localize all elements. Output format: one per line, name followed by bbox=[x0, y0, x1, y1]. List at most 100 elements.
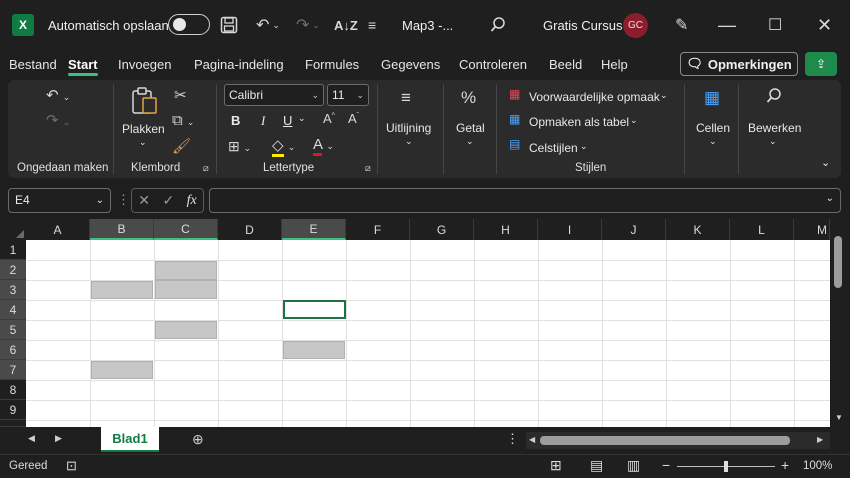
row-header-7[interactable]: 7 bbox=[0, 360, 26, 380]
next-sheet-icon[interactable]: ▶ bbox=[55, 433, 62, 444]
column-header-l[interactable]: L bbox=[730, 219, 794, 240]
undo-icon[interactable]: ↶ ⌄ bbox=[256, 0, 280, 50]
column-header-c[interactable]: C bbox=[154, 219, 218, 240]
font-color-icon[interactable]: A ⌄ bbox=[313, 136, 334, 156]
column-header-d[interactable]: D bbox=[218, 219, 282, 240]
row-header-10[interactable] bbox=[0, 420, 26, 427]
font-name-combo[interactable]: Calibri ⌄ bbox=[224, 84, 324, 106]
select-all-corner[interactable] bbox=[0, 219, 26, 240]
decrease-font-icon[interactable]: Aˇ bbox=[348, 111, 359, 126]
column-header-f[interactable]: F bbox=[346, 219, 410, 240]
prev-sheet-icon[interactable]: ◀ bbox=[28, 433, 35, 444]
vertical-scroll-thumb[interactable] bbox=[834, 236, 842, 288]
underline-dropdown-icon[interactable]: ⌄ bbox=[298, 113, 306, 124]
tab-formules[interactable]: Formules bbox=[305, 57, 359, 72]
paste-icon[interactable] bbox=[131, 86, 159, 120]
tab-start[interactable]: Start bbox=[68, 57, 98, 72]
cell-b3[interactable] bbox=[91, 281, 153, 299]
cell-area[interactable] bbox=[26, 240, 830, 427]
insert-function-icon[interactable]: fx bbox=[187, 193, 197, 209]
formula-input[interactable]: ⌄ bbox=[209, 188, 841, 213]
tab-pagina-indeling[interactable]: Pagina-indeling bbox=[194, 57, 284, 72]
collapse-ribbon-icon[interactable]: ⌄ bbox=[821, 156, 830, 169]
sort-icon[interactable]: A↓Z bbox=[334, 0, 358, 50]
cells-button[interactable]: Cellen bbox=[696, 121, 730, 135]
number-button[interactable]: Getal bbox=[456, 121, 485, 135]
cell-e6[interactable] bbox=[283, 341, 345, 359]
zoom-level[interactable]: 100% bbox=[803, 460, 832, 472]
row-header-5[interactable]: 5 bbox=[0, 320, 26, 340]
conditional-format-button[interactable]: Voorwaardelijke opmaak bbox=[529, 90, 660, 104]
column-header-m[interactable]: M bbox=[794, 219, 830, 240]
autosave-toggle[interactable] bbox=[168, 14, 210, 35]
italic-button[interactable]: I bbox=[261, 113, 265, 129]
chevron-down-icon[interactable]: ⌄ bbox=[466, 136, 474, 147]
underline-button[interactable]: U bbox=[283, 113, 292, 128]
enter-icon[interactable]: ✓ bbox=[162, 192, 174, 209]
search-icon[interactable] bbox=[490, 0, 506, 50]
sheet-tab-blad1[interactable]: Blad1 bbox=[101, 427, 159, 452]
cell-c5[interactable] bbox=[155, 321, 217, 339]
column-header-e[interactable]: E bbox=[282, 219, 346, 240]
scroll-left-icon[interactable]: ◀ bbox=[529, 435, 535, 444]
expand-formula-icon[interactable]: ⌄ bbox=[826, 193, 834, 204]
redo-icon[interactable]: ↷ ⌄ bbox=[296, 0, 320, 50]
chevron-down-icon[interactable]: ⌄ bbox=[709, 136, 717, 147]
minimize-icon[interactable]: — bbox=[718, 0, 736, 50]
copy-icon[interactable]: ⧉ ⌄ bbox=[172, 112, 194, 129]
row-header-2[interactable]: 2 bbox=[0, 260, 26, 280]
column-header-a[interactable]: A bbox=[26, 219, 90, 240]
add-sheet-icon[interactable]: ⊕ bbox=[192, 431, 204, 448]
fill-color-icon[interactable]: ◇ ⌄ bbox=[272, 136, 295, 157]
comments-button[interactable]: 🗨 Opmerkingen bbox=[680, 52, 798, 76]
chevron-down-icon[interactable]: ⌄ bbox=[405, 136, 413, 147]
tab-controleren[interactable]: Controleren bbox=[459, 57, 527, 72]
tab-bestand[interactable]: Bestand bbox=[9, 57, 57, 72]
format-as-table-button[interactable]: Opmaken als tabel bbox=[529, 115, 629, 129]
zoom-slider-thumb[interactable] bbox=[724, 461, 728, 472]
alignment-button[interactable]: Uitlijning bbox=[386, 121, 431, 135]
tab-help[interactable]: Help bbox=[601, 57, 628, 72]
cell-c2[interactable] bbox=[155, 261, 217, 280]
paste-button[interactable]: Plakken bbox=[122, 122, 165, 136]
name-box[interactable]: E4 ⌄ bbox=[8, 188, 111, 213]
designer-icon[interactable]: ✎ bbox=[675, 0, 688, 50]
more-options-icon[interactable]: ⋮ bbox=[117, 192, 130, 208]
tab-gegevens[interactable]: Gegevens bbox=[381, 57, 440, 72]
column-header-h[interactable]: H bbox=[474, 219, 538, 240]
paste-dropdown-icon[interactable]: ⌄ bbox=[139, 137, 147, 148]
font-launcher-icon[interactable]: ⧄ bbox=[365, 163, 371, 174]
cancel-icon[interactable]: ✕ bbox=[138, 192, 150, 209]
zoom-out-icon[interactable]: − bbox=[662, 457, 670, 473]
borders-icon[interactable]: ⊞ ⌄ bbox=[228, 138, 251, 155]
row-header-8[interactable]: 8 bbox=[0, 380, 26, 400]
ribbon-undo-icon[interactable]: ↶ ⌄ bbox=[46, 86, 70, 104]
row-header-1[interactable]: 1 bbox=[0, 240, 26, 260]
editing-button[interactable]: Bewerken bbox=[748, 121, 801, 135]
active-cell-e4[interactable] bbox=[283, 300, 346, 319]
column-header-g[interactable]: G bbox=[410, 219, 474, 240]
format-painter-icon[interactable]: 🖌 bbox=[172, 137, 191, 155]
row-header-6[interactable]: 6 bbox=[0, 340, 26, 360]
bold-button[interactable]: B bbox=[231, 113, 240, 128]
scroll-down-icon[interactable]: ▼ bbox=[835, 413, 843, 422]
ribbon-redo-icon[interactable]: ↷ ⌄ bbox=[46, 111, 70, 129]
page-layout-view-icon[interactable]: ▤ bbox=[590, 457, 603, 474]
column-header-b[interactable]: B bbox=[90, 219, 154, 240]
share-button[interactable]: ⇪ bbox=[805, 52, 837, 76]
normal-view-icon[interactable]: ⊞ bbox=[550, 457, 562, 474]
customize-toolbar-icon[interactable]: ≡ bbox=[368, 0, 376, 50]
avatar[interactable]: GC bbox=[623, 13, 648, 38]
tab-beeld[interactable]: Beeld bbox=[549, 57, 582, 72]
row-header-3[interactable]: 3 bbox=[0, 280, 26, 300]
horizontal-scroll-thumb[interactable] bbox=[540, 436, 790, 445]
font-size-combo[interactable]: 11 ⌄ bbox=[327, 84, 369, 106]
close-icon[interactable]: ✕ bbox=[817, 0, 832, 50]
cut-icon[interactable]: ✂ bbox=[174, 86, 187, 104]
macro-record-icon[interactable]: ⊡ bbox=[66, 458, 77, 474]
maximize-icon[interactable]: ☐ bbox=[768, 0, 782, 50]
document-title[interactable]: Map3 -... bbox=[402, 0, 453, 50]
row-header-9[interactable]: 9 bbox=[0, 400, 26, 420]
account-name[interactable]: Gratis Cursus bbox=[543, 0, 622, 50]
column-header-k[interactable]: K bbox=[666, 219, 730, 240]
